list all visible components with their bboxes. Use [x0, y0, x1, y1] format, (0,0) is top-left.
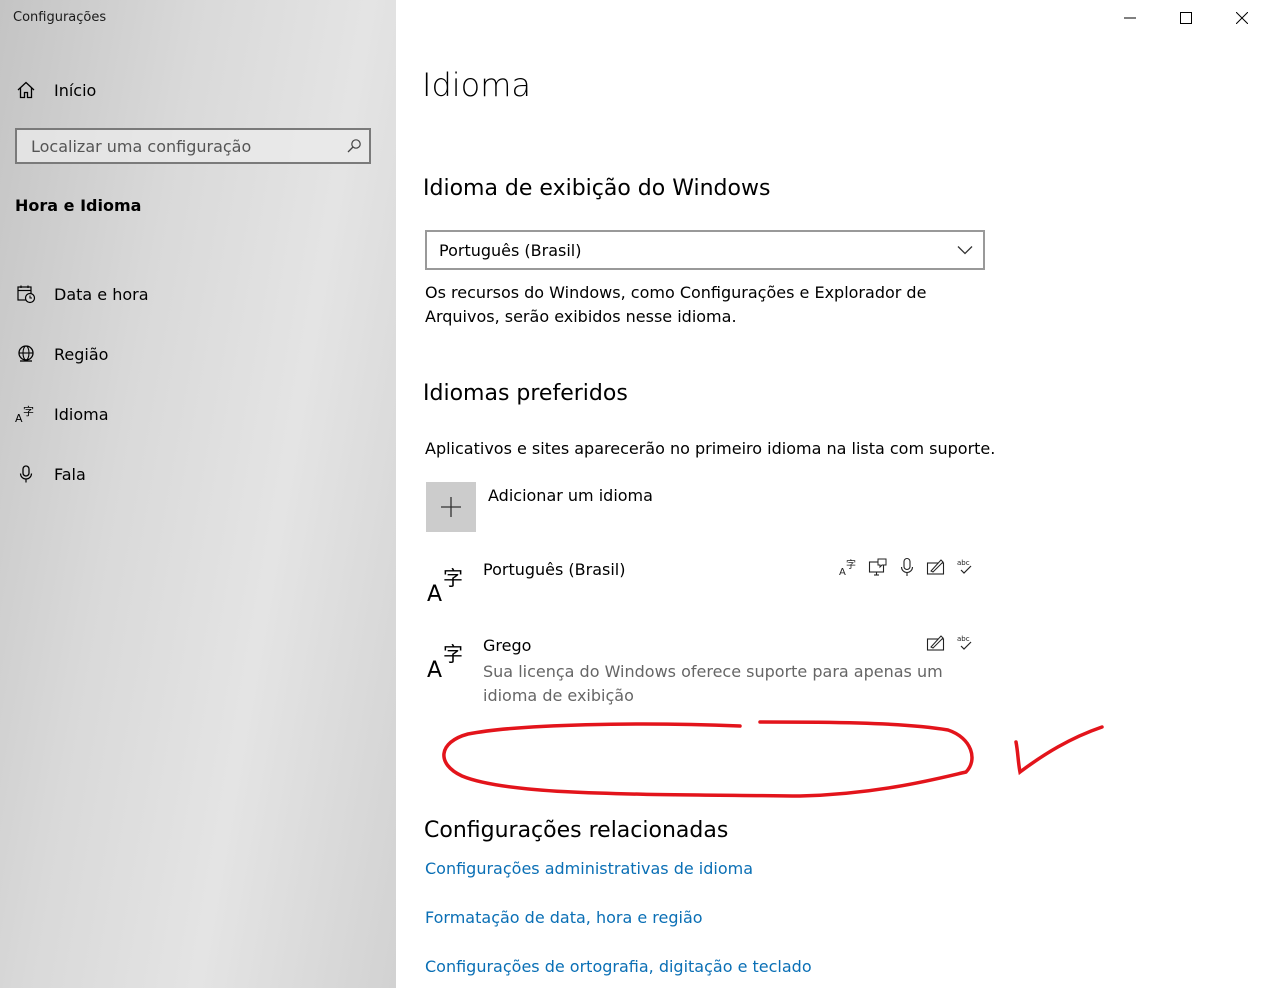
svg-text:A: A [15, 412, 23, 424]
svg-text:A: A [839, 567, 846, 577]
sidebar-item-idioma[interactable]: A 字 Idioma [14, 384, 384, 444]
settings-window: Configurações Início Hora e Idioma [0, 0, 1270, 988]
svg-text:字: 字 [846, 558, 856, 571]
sidebar: Configurações Início Hora e Idioma [0, 0, 396, 988]
search-box[interactable] [15, 128, 371, 164]
page-title: Idioma [422, 66, 531, 104]
preferred-languages-description: Aplicativos e sites aparecerão no primei… [425, 439, 996, 458]
link-spelling-typing-keyboard[interactable]: Configurações de ortografia, digitação e… [425, 957, 812, 976]
related-settings-heading: Configurações relacionadas [424, 818, 729, 843]
display-language-icon: A 字 [838, 556, 860, 578]
sidebar-item-label: Data e hora [54, 284, 149, 304]
sidebar-item-label: Idioma [54, 404, 109, 424]
add-language-button[interactable]: Adicionar um idioma [426, 482, 653, 532]
globe-icon [14, 342, 38, 366]
language-note: Sua licença do Windows oferece suporte p… [483, 662, 943, 705]
nav-home-label: Início [54, 80, 97, 100]
link-date-time-region-format[interactable]: Formatação de data, hora e região [425, 908, 703, 927]
search-input[interactable] [17, 129, 339, 163]
language-icon: A 字 [427, 566, 463, 604]
svg-text:字: 字 [23, 404, 34, 418]
home-icon [14, 78, 38, 102]
nav-home[interactable]: Início [14, 76, 384, 104]
plus-icon [441, 497, 461, 517]
text-to-speech-icon [867, 556, 889, 578]
spellcheck-icon: abc [954, 556, 976, 578]
sidebar-item-data-e-hora[interactable]: Data e hora [14, 264, 384, 324]
display-language-dropdown[interactable]: Português (Brasil) [425, 230, 985, 270]
microphone-icon [14, 462, 38, 486]
spellcheck-icon: abc [954, 632, 976, 654]
svg-text:字: 字 [443, 566, 463, 590]
calendar-clock-icon [14, 282, 38, 306]
main-content: Idioma Idioma de exibição do Windows Por… [396, 0, 1270, 988]
sidebar-item-fala[interactable]: Fala [14, 444, 384, 504]
sidebar-item-label: Região [54, 344, 109, 364]
chevron-down-icon [957, 246, 973, 255]
svg-text:A: A [427, 582, 442, 604]
svg-text:A: A [427, 658, 442, 680]
svg-text:字: 字 [443, 642, 463, 666]
language-name: Português (Brasil) [483, 560, 626, 579]
display-language-description: Os recursos do Windows, como Configuraçõ… [425, 283, 927, 326]
preferred-languages-heading: Idiomas preferidos [423, 381, 628, 406]
add-language-label: Adicionar um idioma [488, 486, 653, 505]
link-admin-language-settings[interactable]: Configurações administrativas de idioma [425, 859, 753, 878]
sidebar-item-label: Fala [54, 464, 86, 484]
language-features: abc [925, 632, 976, 654]
handwriting-icon [925, 556, 947, 578]
plus-tile [426, 482, 476, 532]
language-item-grego[interactable]: A 字 Grego Sua licença do Windows oferece… [426, 635, 986, 708]
sidebar-item-regiao[interactable]: Região [14, 324, 384, 384]
speech-recognition-icon [896, 556, 918, 578]
search-icon[interactable] [339, 131, 369, 161]
sidebar-nav-list: Data e hora Região A 字 Idioma Fala [14, 264, 384, 518]
display-language-value: Português (Brasil) [439, 240, 582, 260]
svg-text:abc: abc [957, 635, 970, 643]
display-language-heading: Idioma de exibição do Windows [423, 176, 771, 201]
language-name: Grego [483, 636, 532, 655]
svg-text:abc: abc [957, 559, 970, 567]
language-features: A 字 abc [838, 556, 976, 578]
handwriting-icon [925, 632, 947, 654]
sidebar-section-heading: Hora e Idioma [15, 196, 142, 215]
language-item-portugues[interactable]: A 字 Português (Brasil) A 字 abc [426, 557, 986, 610]
app-title: Configurações [13, 10, 107, 25]
language-icon: A 字 [427, 642, 463, 680]
language-icon: A 字 [14, 402, 38, 426]
